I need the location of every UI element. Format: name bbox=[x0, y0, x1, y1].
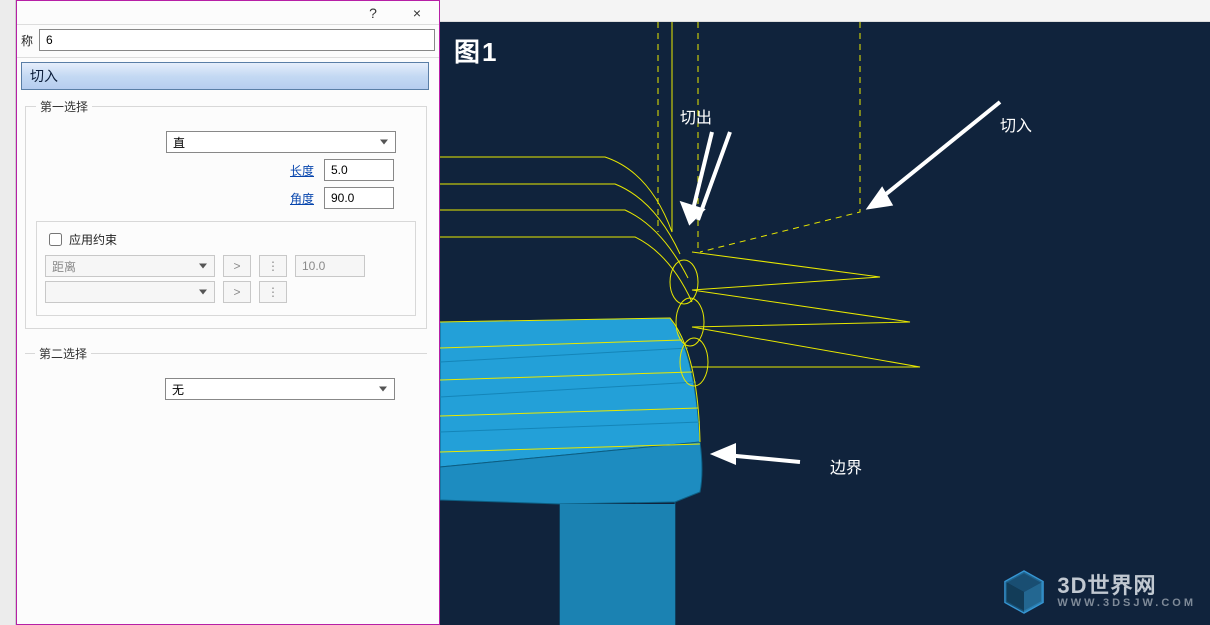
help-button[interactable]: ? bbox=[351, 1, 395, 24]
part-shape bbox=[440, 318, 702, 625]
viewport-topbar bbox=[440, 0, 1210, 22]
angle-input[interactable] bbox=[324, 187, 394, 209]
annotation-edge: 边界 bbox=[830, 454, 862, 478]
group-first-choice-legend: 第一选择 bbox=[36, 98, 92, 115]
angle-label-link[interactable]: 角度 bbox=[216, 190, 316, 207]
second-choice-type-select[interactable] bbox=[165, 378, 395, 400]
viewport-3d[interactable]: 图1 bbox=[440, 22, 1210, 625]
section-title-lead-in[interactable]: 切入 bbox=[21, 62, 429, 90]
constraint-line-2: > ⋮ bbox=[45, 281, 407, 303]
lead-in-dialog: ? × 称 切入 第一选择 长度 角度 bbox=[16, 0, 440, 625]
second-choice-type-row bbox=[35, 378, 417, 400]
apply-constraint-checkbox[interactable] bbox=[49, 233, 62, 246]
first-choice-type-row bbox=[36, 131, 416, 153]
group-first-choice: 第一选择 长度 角度 应用约束 bbox=[25, 98, 427, 329]
name-row: 称 bbox=[17, 25, 439, 57]
angle-row: 角度 bbox=[36, 187, 416, 209]
length-input[interactable] bbox=[324, 159, 394, 181]
watermark-line1: 3D世界网 bbox=[1057, 575, 1196, 597]
constraint-subbox: 应用约束 > ⋮ > ⋮ bbox=[36, 221, 416, 316]
watermark-line2: WWW.3DSJW.COM bbox=[1057, 597, 1196, 609]
apply-constraint-label: 应用约束 bbox=[69, 231, 117, 248]
viewport-panel: 图1 bbox=[440, 0, 1210, 625]
length-label-link[interactable]: 长度 bbox=[216, 162, 316, 179]
first-choice-type-select[interactable] bbox=[166, 131, 396, 153]
annotation-arrows bbox=[683, 102, 1000, 462]
dialog-body: 切入 第一选择 长度 角度 应用约束 bbox=[17, 57, 439, 624]
apply-constraint-check[interactable]: 应用约束 bbox=[45, 230, 407, 249]
group-second-choice: 第二选择 bbox=[25, 345, 427, 418]
constraint-next-button-1: > bbox=[223, 255, 251, 277]
constraint-type-select bbox=[45, 255, 215, 277]
annotation-cutin: 切入 bbox=[1000, 112, 1032, 136]
constraint-line-1: > ⋮ bbox=[45, 255, 407, 277]
constraint-next-button-2: > bbox=[223, 281, 251, 303]
name-label: 称 bbox=[17, 32, 33, 49]
constraint-menu-button-2: ⋮ bbox=[259, 281, 287, 303]
watermark: 3D世界网 WWW.3DSJW.COM bbox=[1001, 569, 1196, 615]
constraint-value-input bbox=[295, 255, 365, 277]
constraint-menu-button-1: ⋮ bbox=[259, 255, 287, 277]
group-second-choice-legend: 第二选择 bbox=[35, 345, 91, 362]
watermark-icon bbox=[1001, 569, 1047, 615]
annotation-cutout: 切出 bbox=[680, 104, 712, 128]
scene-svg bbox=[440, 22, 1210, 625]
left-sidebar-strip bbox=[0, 0, 16, 625]
constraint-type-select-2 bbox=[45, 281, 215, 303]
dialog-titlebar: ? × bbox=[17, 1, 439, 25]
length-row: 长度 bbox=[36, 159, 416, 181]
close-button[interactable]: × bbox=[395, 1, 439, 24]
name-input[interactable] bbox=[39, 29, 435, 51]
